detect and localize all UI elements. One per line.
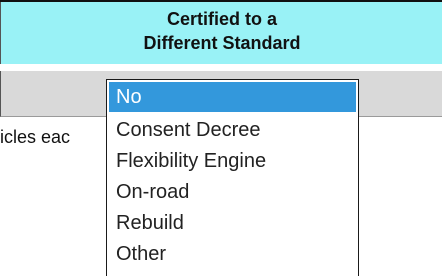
row-gap bbox=[0, 64, 442, 71]
option-other[interactable]: Other bbox=[109, 239, 356, 269]
column-header: Certified to a Different Standard bbox=[0, 2, 442, 64]
option-flexibility-engine[interactable]: Flexibility Engine bbox=[109, 146, 356, 176]
column-header-label: Certified to a Different Standard bbox=[1, 7, 442, 55]
column-header-line-2: Different Standard bbox=[143, 33, 301, 53]
option-no[interactable]: No bbox=[109, 82, 356, 112]
option-consent-decree[interactable]: Consent Decree bbox=[109, 115, 356, 145]
option-on-road[interactable]: On-road bbox=[109, 177, 356, 207]
standard-dropdown-list[interactable]: No Consent Decree Flexibility Engine On-… bbox=[106, 79, 359, 276]
partial-cell-text: icles eac bbox=[0, 127, 71, 147]
column-header-line-1: Certified to a bbox=[166, 9, 277, 29]
option-rebuild[interactable]: Rebuild bbox=[109, 208, 356, 238]
